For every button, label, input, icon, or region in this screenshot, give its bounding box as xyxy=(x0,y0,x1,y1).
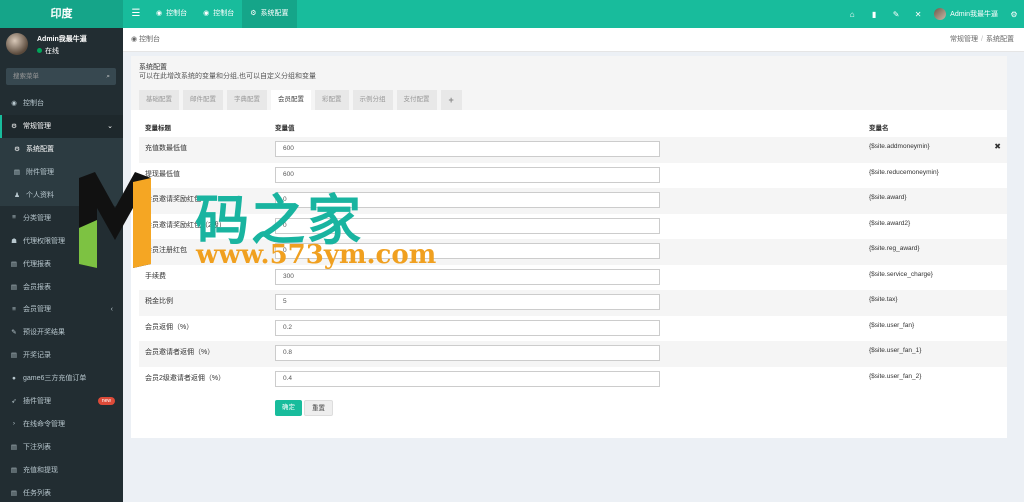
sidebar-item-online-command[interactable]: › 在线命令管理 xyxy=(0,412,123,435)
tab-payment[interactable]: 支付配置 xyxy=(396,90,437,110)
circle-icon: ● xyxy=(12,374,16,382)
avatar xyxy=(934,8,947,20)
user-name: Admin我最牛逼 xyxy=(37,36,87,43)
gear-icon: ⚙ xyxy=(14,146,20,154)
file-icon: ▤ xyxy=(13,169,21,177)
app-logo[interactable]: 印度 xyxy=(0,0,123,28)
sidebar-item-draw-record[interactable]: ▤ 开奖记录 xyxy=(0,344,123,367)
sidebar-item-member-manage[interactable]: ≡ 会员管理 ‹ xyxy=(0,298,123,321)
sidebar-menu: ◉ 控制台 ⚙ 常规管理 ⌄ ⚙ 系统配置 ▤ 附件管理 ♟ 个人资料 ≡ 分类管理 ☗ 代理权… xyxy=(0,92,123,502)
add-tab-button[interactable]: + xyxy=(440,90,462,110)
user-status: 在线 xyxy=(37,46,59,56)
top-bar: 印度 ☰ ◉ 控制台 ◉ 控制台 ⚙ 系统配置 ⌂ ▮ ✎ ✕ Admin我最牛逼 ⚙ xyxy=(0,0,1024,28)
tab-member[interactable]: 会员配置 xyxy=(271,90,311,110)
top-tabs: ◉ 控制台 ◉ 控制台 ⚙ 系统配置 xyxy=(148,0,297,28)
table-row: 充值数最低值 600 {$site.addmoneymin} ✖ xyxy=(139,137,1007,163)
chevron-down-icon: ⌄ xyxy=(107,123,113,131)
value-input[interactable]: 5 xyxy=(275,294,660,310)
sidebar-item-plugins[interactable]: ➶ 插件管理 new xyxy=(0,390,123,413)
list-icon: ≡ xyxy=(12,305,16,313)
file-icon: ▤ xyxy=(10,352,18,360)
close-icon[interactable]: ✖ xyxy=(994,142,1001,151)
sidebar-item-system-config[interactable]: ⚙ 系统配置 xyxy=(0,137,123,161)
trash-icon[interactable]: ▮ xyxy=(868,10,880,19)
fullscreen-icon[interactable]: ✕ xyxy=(912,10,924,19)
file-icon: ▤ xyxy=(10,466,18,474)
tab-lottery[interactable]: 彩配置 xyxy=(315,90,349,110)
sidebar-item-recharge-withdraw[interactable]: ▤ 充值和提现 xyxy=(0,458,123,481)
config-tabs: 基础配置 邮件配置 字典配置 会员配置 彩配置 示例分组 支付配置 + xyxy=(139,90,462,110)
tab-email[interactable]: 邮件配置 xyxy=(183,90,223,110)
header-title: 变量标题 xyxy=(145,125,171,132)
panel-header: 系统配置 可以在此增改系统的变量和分组,也可以自定义分组和变量 基础配置 邮件配… xyxy=(131,56,1007,110)
table-row: 税金比例 5 {$site.tax} xyxy=(139,290,1007,316)
value-input[interactable]: 600 xyxy=(275,141,660,157)
sidebar-item-task-list[interactable]: ▤ 任务列表 xyxy=(0,481,123,502)
breadcrumb-item: 系统配置 xyxy=(986,36,1014,43)
tab-system-config[interactable]: ⚙ 系统配置 xyxy=(242,0,297,28)
user-icon: ♟ xyxy=(14,192,20,199)
panel-subtitle: 可以在此增改系统的变量和分组,也可以自定义分组和变量 xyxy=(139,73,316,80)
list-icon: ≡ xyxy=(12,214,16,222)
user-menu[interactable]: Admin我最牛逼 xyxy=(934,8,998,20)
tab-dashboard-2[interactable]: ◉ 控制台 xyxy=(195,0,242,28)
table-row: 会员2级邀请者返佣（%） 0.4 {$site.user_fan_2} xyxy=(139,367,1007,393)
value-input[interactable]: 0.2 xyxy=(275,319,660,336)
sidebar-item-game6-orders[interactable]: ● game6三方充值订单 xyxy=(0,367,123,390)
submit-button[interactable]: 确定 xyxy=(275,400,302,416)
dashboard-icon: ◉ xyxy=(11,100,17,108)
sidebar-item-member-report[interactable]: ▤ 会员报表 xyxy=(0,275,123,298)
breadcrumb-path: 常规管理 / 系统配置 xyxy=(950,36,1014,43)
header-value: 变量值 xyxy=(275,125,295,132)
group-icon: ☗ xyxy=(11,237,17,245)
tab-example[interactable]: 示例分组 xyxy=(352,90,393,110)
top-right-tools: ⌂ ▮ ✎ ✕ Admin我最牛逼 ⚙ xyxy=(846,0,1020,28)
language-icon[interactable]: ✎ xyxy=(890,10,902,19)
breadcrumb: ◉ 控制台 常规管理 / 系统配置 xyxy=(123,28,1024,52)
table-row: 会员返佣（%） 0.2 {$site.user_fan} xyxy=(139,316,1007,342)
chevron-left-icon: ‹ xyxy=(110,305,113,313)
search-icon[interactable]: ⌕ xyxy=(106,68,110,85)
sidebar-item-general[interactable]: ⚙ 常规管理 ⌄ xyxy=(0,114,123,138)
settings-icon[interactable]: ⚙ xyxy=(1008,10,1020,19)
watermark-url: www.573ym.com xyxy=(196,240,437,270)
home-icon[interactable]: ⌂ xyxy=(846,10,858,19)
search-input[interactable]: 搜索菜单 ⌕ xyxy=(6,68,116,85)
breadcrumb-item[interactable]: 常规管理 xyxy=(950,36,978,43)
avatar xyxy=(6,33,28,55)
online-dot-icon xyxy=(37,48,42,53)
menu-toggle-icon[interactable]: ☰ xyxy=(129,0,143,28)
dashboard-icon: ◉ xyxy=(156,10,163,17)
value-input[interactable]: 0.4 xyxy=(275,370,660,387)
value-input[interactable]: 0.8 xyxy=(275,345,660,361)
cogs-icon: ⚙ xyxy=(11,123,17,131)
tab-basic[interactable]: 基础配置 xyxy=(139,90,179,110)
table-row: 会员邀请者返佣（%） 0.8 {$site.user_fan_1} xyxy=(139,341,1007,367)
file-icon: ▤ xyxy=(10,489,18,497)
sidebar-item-preset-result[interactable]: ✎ 预设开奖结果 xyxy=(0,321,123,344)
file-icon: ▤ xyxy=(10,260,18,268)
new-badge: new xyxy=(97,397,115,406)
edit-icon: ✎ xyxy=(11,329,17,337)
dashboard-icon: ◉ xyxy=(131,36,140,43)
file-icon: ▤ xyxy=(10,443,18,451)
sidebar-item-bet-list[interactable]: ▤ 下注列表 xyxy=(0,435,123,458)
file-icon: ▤ xyxy=(10,283,18,291)
dashboard-icon: ◉ xyxy=(203,10,210,17)
reset-button[interactable]: 重置 xyxy=(304,400,333,416)
tab-dictionary[interactable]: 字典配置 xyxy=(227,90,267,110)
user-panel: Admin我最牛逼 在线 xyxy=(0,28,123,62)
gear-icon: ⚙ xyxy=(250,10,257,17)
breadcrumb-home[interactable]: ◉ 控制台 xyxy=(131,28,160,52)
tab-dashboard[interactable]: ◉ 控制台 xyxy=(148,0,195,28)
watermark-logo-icon xyxy=(79,172,151,268)
header-name: 变量名 xyxy=(869,125,889,132)
sidebar-item-dashboard[interactable]: ◉ 控制台 xyxy=(0,92,123,115)
value-input[interactable]: 300 xyxy=(275,268,660,285)
terminal-icon: › xyxy=(12,420,16,428)
rocket-icon: ➶ xyxy=(11,398,17,406)
